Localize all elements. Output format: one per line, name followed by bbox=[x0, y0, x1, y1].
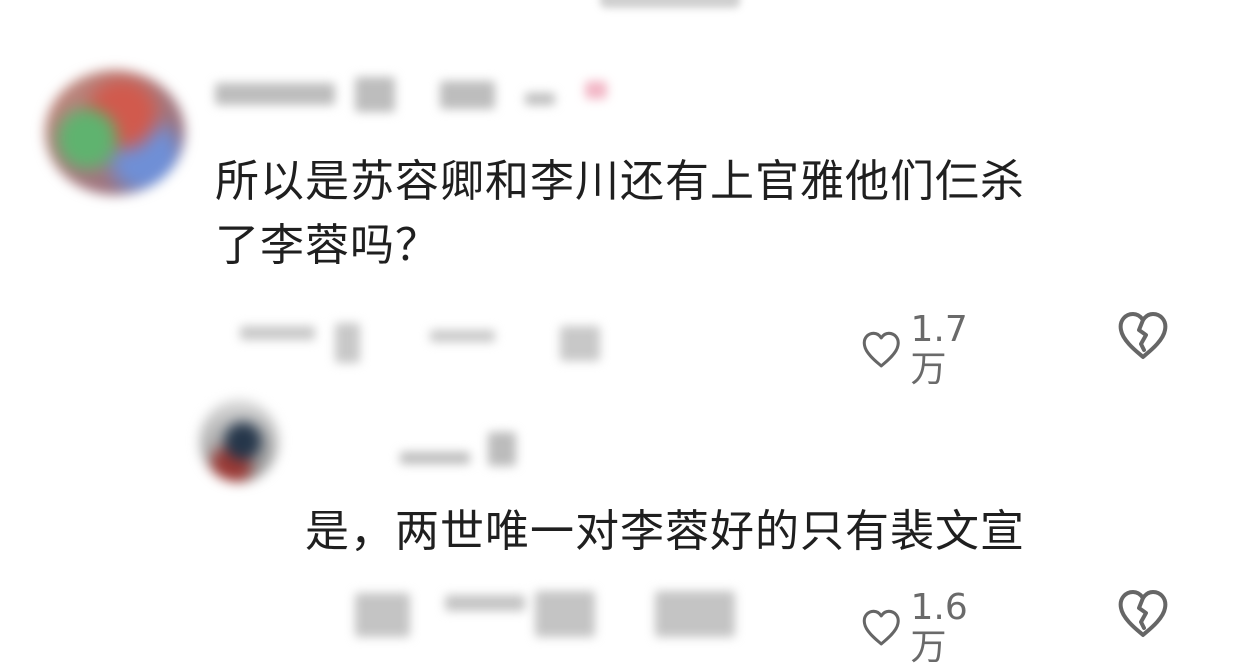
blurred-username[interactable] bbox=[215, 75, 607, 119]
user-avatar[interactable] bbox=[45, 70, 185, 195]
like-button[interactable]: 1.7万 bbox=[860, 310, 981, 390]
blurred-comment-meta bbox=[240, 318, 650, 373]
comment-text: 所以是苏容卿和李川还有上官雅他们仨杀 了李蓉吗？ bbox=[215, 156, 1025, 271]
reply-dislike-button[interactable] bbox=[1115, 588, 1171, 640]
broken-heart-icon bbox=[1118, 312, 1168, 359]
reply-like-button[interactable]: 1.6万 bbox=[860, 588, 981, 668]
broken-heart-icon bbox=[1118, 590, 1168, 637]
heart-icon bbox=[862, 331, 900, 368]
blurred-reply-meta bbox=[355, 585, 745, 645]
like-count: 1.7万 bbox=[910, 309, 968, 390]
reply-like-count: 1.6万 bbox=[910, 587, 968, 668]
dislike-button[interactable] bbox=[1115, 310, 1171, 362]
comment-screenshot: 所以是苏容卿和李川还有上官雅他们仨杀 了李蓉吗？ 1.7万 是，两世唯一对李蓉好… bbox=[0, 0, 1239, 672]
blurred-reply-username[interactable] bbox=[400, 430, 560, 470]
reply-user-avatar[interactable] bbox=[200, 400, 278, 482]
heart-icon bbox=[862, 609, 900, 646]
reply-text: 是，两世唯一对李蓉好的只有裴文宣 bbox=[305, 506, 1025, 557]
top-blurred-header bbox=[600, 0, 740, 8]
